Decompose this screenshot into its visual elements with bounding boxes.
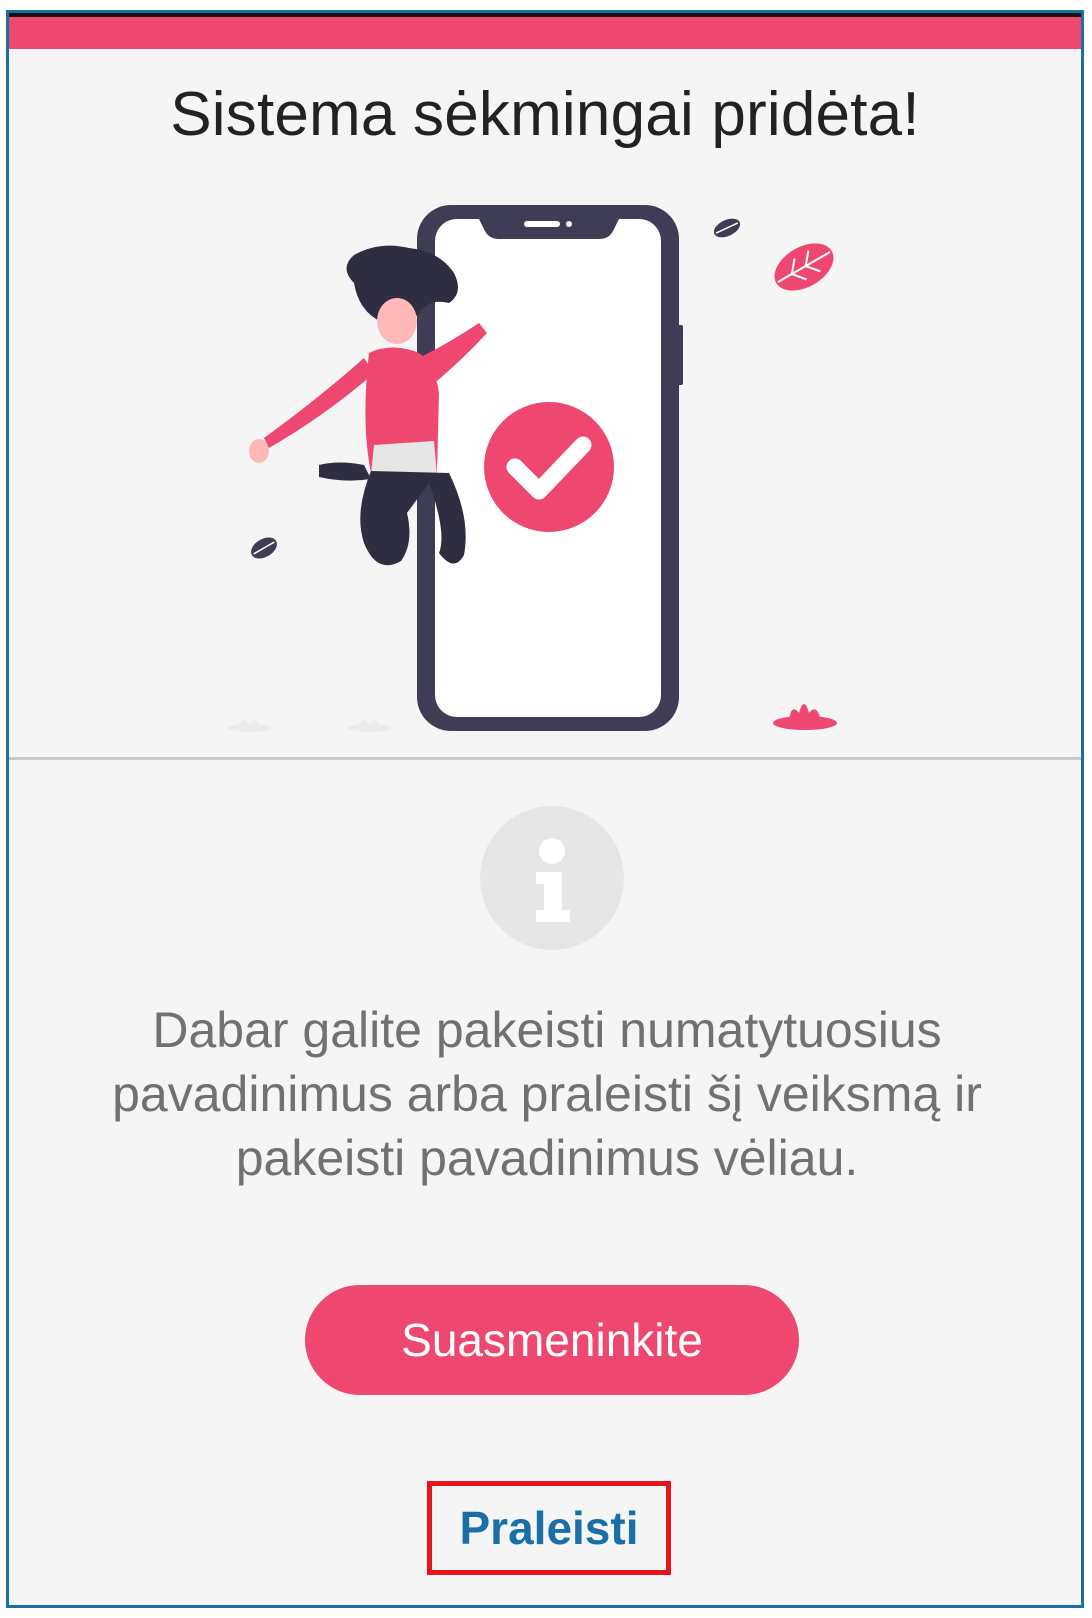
description-text: Dabar galite pakeisti numatytuosius pava… [49,998,1045,1190]
info-icon [480,806,624,950]
page-title: Sistema sėkmingai pridėta! [170,80,920,149]
description-line: pavadinimus arba praleisti šį veiksmą ir [112,1066,982,1122]
personalize-button[interactable]: Suasmeninkite [305,1285,799,1395]
success-illustration-icon [227,205,837,732]
description-line: pakeisti pavadinimus vėliau. [235,1130,859,1186]
description-line: Dabar galite pakeisti numatytuosius [152,1002,942,1058]
app-screen: Sistema sėkmingai pridėta! Dabar galite … [6,10,1084,1608]
top-accent-bar [9,17,1081,49]
skip-link[interactable]: Praleisti [460,1501,639,1555]
section-divider [9,757,1081,760]
skip-highlight-box: Praleisti [427,1481,671,1575]
